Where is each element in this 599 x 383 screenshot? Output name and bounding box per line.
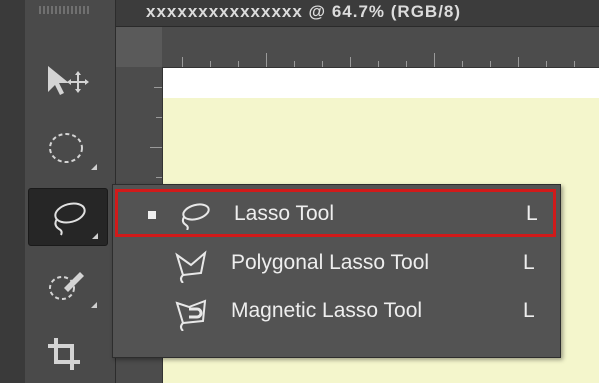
document-tab-bar: xxxxxxxxxxxxxxx @ 64.7% (RGB/8) — [116, 0, 599, 27]
selected-bullet — [148, 211, 156, 219]
lasso-icon — [181, 203, 210, 230]
magnetic-lasso-icon — [175, 299, 207, 331]
horizontal-ruler[interactable] — [162, 27, 599, 68]
move-icon — [48, 66, 89, 95]
tools-panel — [25, 0, 116, 383]
left-panel-strip — [0, 0, 25, 383]
move-tool-button[interactable] — [28, 52, 106, 108]
menu-item-label: Polygonal Lasso Tool — [231, 251, 430, 274]
quick-selection-tool-button[interactable] — [28, 258, 106, 314]
menu-item-label: Lasso Tool — [234, 202, 335, 225]
menu-item-shortcut: L — [523, 251, 535, 274]
menu-item-shortcut: L — [526, 202, 538, 225]
submenu-indicator — [91, 164, 97, 170]
document-tab[interactable]: xxxxxxxxxxxxxxx @ 64.7% (RGB/8) — [146, 2, 461, 22]
menu-item-magnetic-lasso-tool[interactable]: Magnetic Lasso Tool L — [115, 289, 556, 337]
elliptical-marquee-icon — [49, 133, 83, 163]
crop-icon — [48, 338, 80, 370]
submenu-indicator — [92, 233, 98, 239]
lasso-icon — [54, 202, 86, 236]
submenu-indicator — [91, 302, 97, 308]
menu-item-shortcut: L — [523, 299, 535, 322]
menu-item-polygonal-lasso-tool[interactable]: Polygonal Lasso Tool L — [115, 241, 556, 289]
menu-item-label: Magnetic Lasso Tool — [231, 299, 423, 322]
menu-item-lasso-tool[interactable]: Lasso Tool L — [115, 189, 556, 237]
canvas-white-area — [163, 68, 599, 98]
lasso-tools-flyout-menu: Lasso Tool L Polygonal Lasso Tool L Magn… — [112, 184, 561, 358]
ruler-origin[interactable] — [116, 27, 162, 67]
marquee-tool-button[interactable] — [28, 120, 106, 176]
lasso-tool-button[interactable] — [28, 188, 108, 246]
polygonal-lasso-icon — [175, 250, 207, 283]
panel-grip[interactable] — [39, 6, 91, 14]
crop-tool-button[interactable] — [28, 326, 106, 382]
quick-selection-icon — [49, 272, 84, 300]
